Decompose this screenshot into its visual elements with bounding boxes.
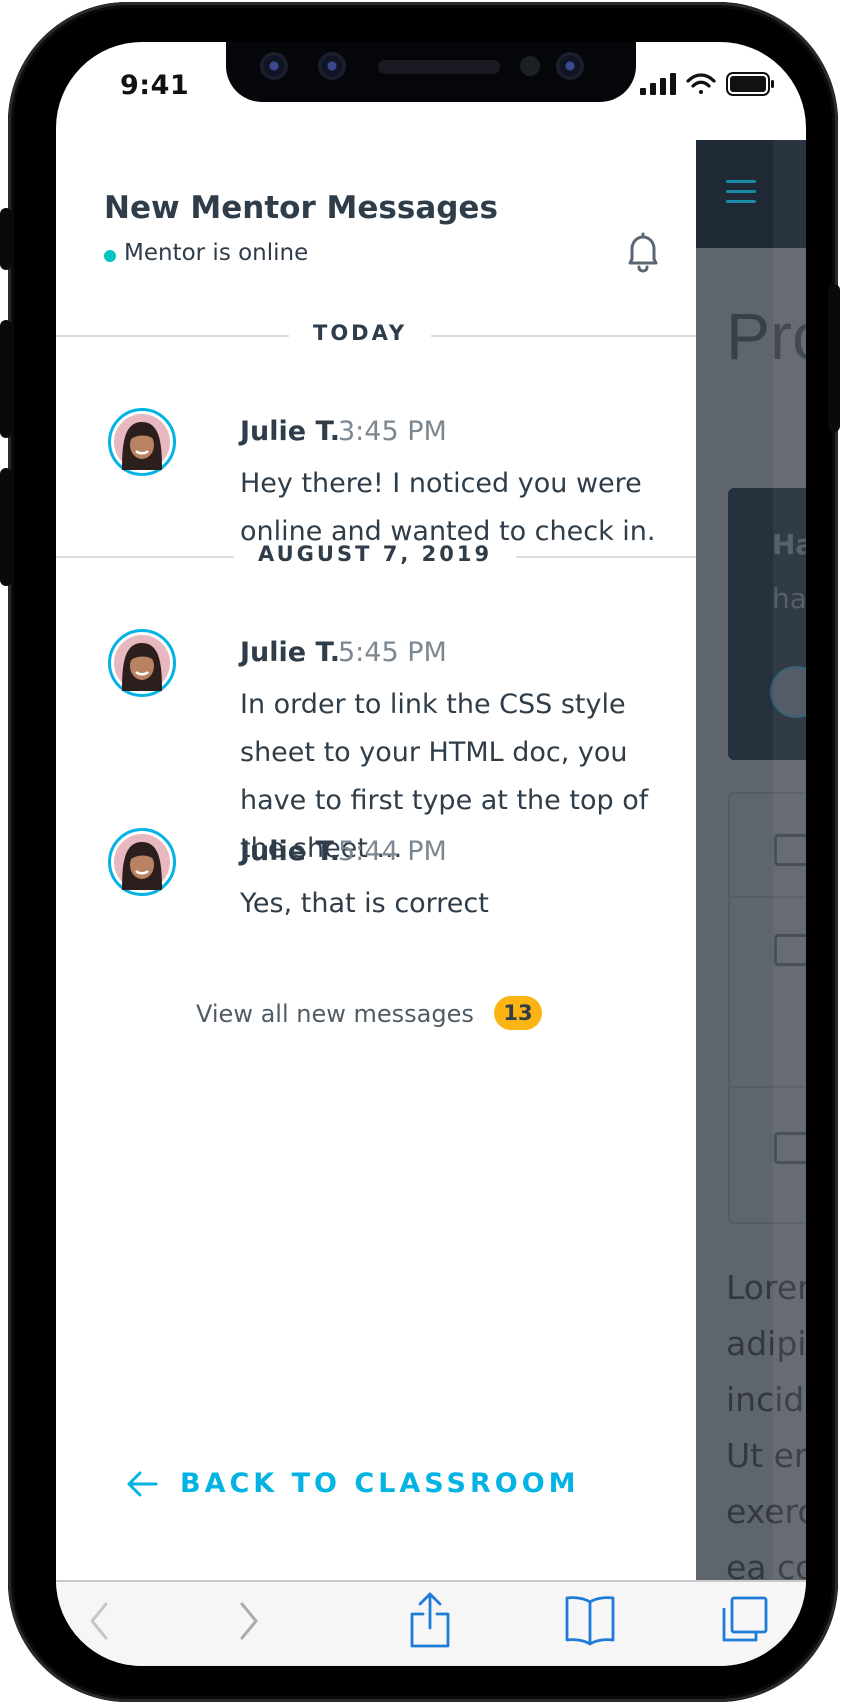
message-time: 5:45 PM (338, 637, 447, 668)
message-author: Julie T. (240, 416, 341, 447)
hamburger-icon-line (726, 200, 756, 203)
view-all-messages-link[interactable]: View all new messages (196, 1000, 474, 1028)
message-time: 3:45 PM (338, 416, 447, 447)
back-arrow-icon (127, 1471, 158, 1496)
screen: Pro Ha ha Lorem adipis incidi Ut en exer… (56, 42, 806, 1666)
message-item[interactable]: Julie T. 5:45 PM In order to link the CS… (108, 629, 668, 864)
wifi-icon (686, 73, 716, 94)
status-bar-indicators (640, 72, 776, 96)
hamburger-icon-line (726, 180, 756, 183)
tabs-icon[interactable] (720, 1594, 770, 1648)
camera-notch (226, 42, 636, 102)
volume-down-button (0, 468, 12, 586)
camera-icon (318, 52, 346, 80)
mentor-status: Mentor is online (124, 240, 309, 266)
battery-icon (726, 72, 774, 96)
safari-back-icon[interactable] (84, 1596, 114, 1650)
unread-count-badge: 13 (494, 996, 542, 1030)
date-divider-label: AUGUST 7, 2019 (234, 542, 517, 566)
message-time: 5:44 PM (338, 836, 447, 867)
status-bar-time: 9:41 (120, 70, 190, 101)
phone-frame: Pro Ha ha Lorem adipis incidi Ut en exer… (0, 2, 840, 1702)
page-behind-overlay[interactable]: Pro Ha ha Lorem adipis incidi Ut en exer… (696, 140, 806, 1580)
power-button (828, 284, 840, 432)
volume-up-button (0, 320, 12, 438)
mute-switch (0, 208, 12, 270)
date-divider: AUGUST 7, 2019 (56, 542, 696, 566)
online-status-dot (104, 250, 116, 262)
message-author: Julie T. (240, 637, 341, 668)
camera-icon (260, 52, 288, 80)
back-to-classroom-link[interactable]: BACK TO CLASSROOM (126, 1468, 580, 1499)
back-to-classroom-label: BACK TO CLASSROOM (180, 1468, 580, 1499)
date-divider: TODAY (56, 321, 696, 345)
bell-icon[interactable] (624, 232, 662, 278)
message-item[interactable]: Julie T. 5:44 PM Yes, that is correct (108, 828, 668, 928)
message-body: Yes, that is correct (240, 888, 489, 919)
browser-toolbar (56, 1580, 806, 1666)
avatar (108, 408, 176, 476)
message-item[interactable]: Julie T. 3:45 PM Hey there! I noticed yo… (108, 408, 668, 558)
speaker-grille (378, 60, 500, 74)
signal-icon (640, 73, 676, 95)
bookmarks-icon[interactable] (564, 1592, 616, 1652)
hamburger-icon-line (726, 190, 756, 193)
scroll-shadow (773, 140, 806, 1580)
share-icon[interactable] (408, 1590, 452, 1654)
camera-icon (556, 52, 584, 80)
drawer-title: New Mentor Messages (104, 190, 498, 226)
safari-forward-icon[interactable] (234, 1596, 264, 1650)
mentor-messages-drawer: New Mentor Messages Mentor is online TOD… (56, 140, 696, 1580)
avatar (108, 629, 176, 697)
date-divider-label: TODAY (289, 321, 432, 345)
message-author: Julie T. (240, 836, 341, 867)
avatar (108, 828, 176, 896)
sensor (520, 56, 540, 76)
